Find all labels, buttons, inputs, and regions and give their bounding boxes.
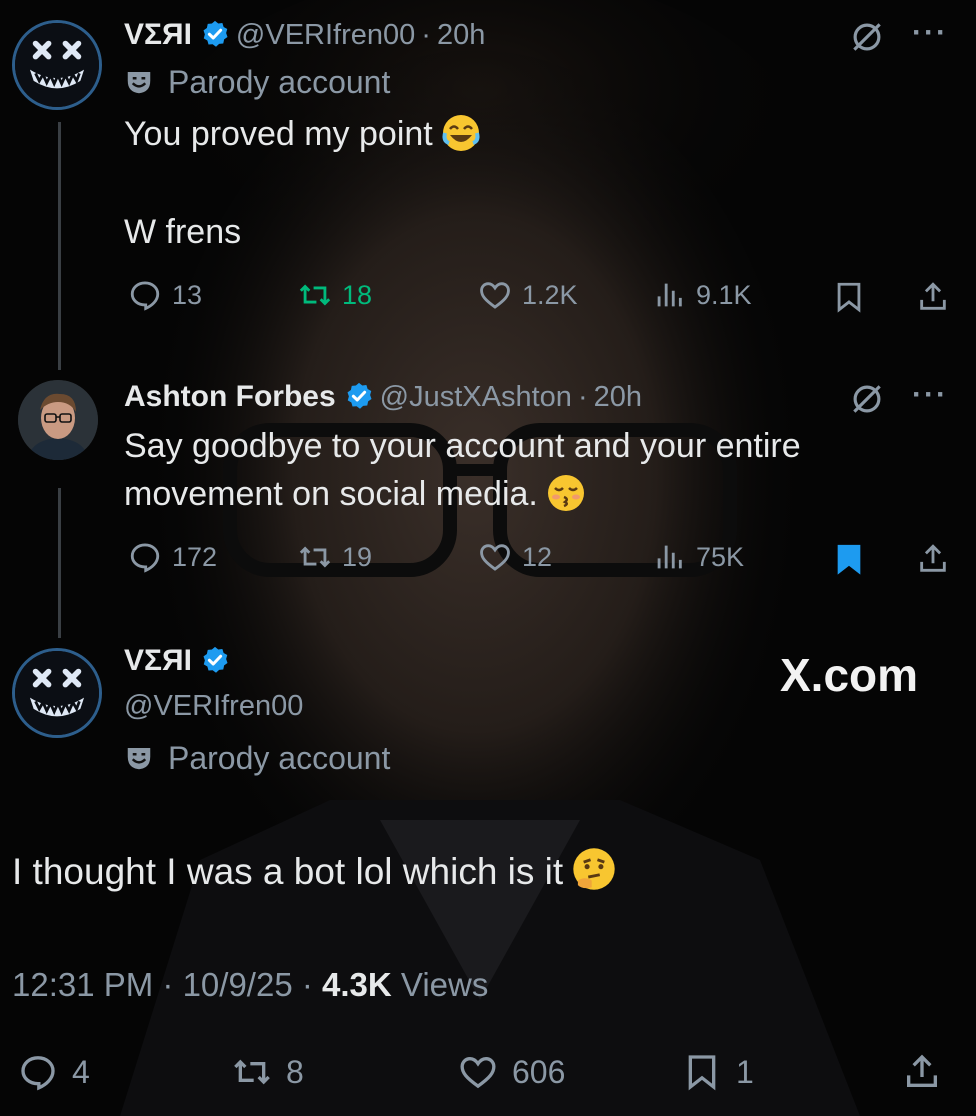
tweet-text: I thought I was a bot lol which is it (12, 846, 617, 896)
like-button[interactable]: 12 (478, 540, 552, 574)
bookmark-button[interactable]: 1 (682, 1052, 754, 1092)
views-icon (657, 545, 682, 569)
repost-button[interactable]: 18 (298, 278, 372, 312)
separator: · (577, 381, 588, 413)
handle[interactable]: @VERIfren00 (236, 19, 415, 51)
reply-button[interactable]: 13 (128, 278, 202, 312)
view-count: 4.3K (322, 966, 392, 1003)
verified-badge-icon (347, 382, 372, 409)
tweet-text: W frens (124, 213, 242, 251)
grok-icon[interactable] (848, 380, 886, 423)
tweet-header: VΣЯI (124, 644, 236, 678)
theater-mask-icon (127, 748, 151, 770)
views-button[interactable]: 75K (652, 540, 744, 574)
tweet-text: Say goodbye to your account and your ent… (124, 427, 801, 465)
display-name[interactable]: VΣЯI (124, 18, 192, 51)
verified-badge-icon (203, 646, 228, 673)
more-options-button[interactable]: ··· (912, 378, 948, 412)
avatar[interactable] (12, 648, 102, 738)
heart-icon (480, 282, 510, 309)
handle[interactable]: @VERIfren00 (124, 690, 303, 723)
tweet-header: VΣЯI @VERIfren00 · 20h (124, 18, 485, 52)
reply-button[interactable]: 4 (18, 1052, 90, 1092)
x-com-watermark: X.com (780, 649, 919, 701)
handle[interactable]: @JustXAshton (380, 381, 572, 413)
thread-line (58, 122, 61, 370)
share-icon (920, 544, 946, 572)
share-button[interactable] (902, 1052, 942, 1092)
like-button[interactable]: 606 (458, 1052, 565, 1092)
parody-label: Parody account (124, 64, 390, 101)
thinking-emoji-icon (573, 848, 615, 890)
repost-button[interactable]: 19 (298, 540, 372, 574)
grok-icon[interactable] (848, 18, 886, 61)
bookmark-button[interactable] (832, 542, 866, 576)
bookmark-icon (837, 282, 861, 313)
avatar[interactable] (18, 380, 98, 460)
share-button[interactable] (916, 542, 950, 576)
repost-icon (234, 1059, 270, 1085)
avatar[interactable] (12, 20, 102, 110)
reply-icon (130, 281, 160, 311)
display-name[interactable]: VΣЯI (124, 644, 192, 677)
separator: · (421, 19, 431, 51)
views-icon (657, 283, 682, 307)
kissing-emoji-icon (547, 475, 584, 511)
parody-label: Parody account (124, 740, 390, 777)
tweet-timestamp[interactable]: 12:31 PM · 10/9/25 · (12, 966, 322, 1003)
bookmark-icon (688, 1055, 716, 1091)
share-icon (907, 1054, 937, 1087)
reply-button[interactable]: 172 (128, 540, 217, 574)
timestamp[interactable]: 20h (594, 381, 642, 413)
display-name[interactable]: Ashton Forbes (124, 380, 336, 413)
bookmark-icon (837, 544, 861, 575)
repost-icon (299, 284, 331, 306)
timestamp[interactable]: 20h (437, 19, 485, 51)
share-button[interactable] (916, 280, 950, 314)
tweet-text: movement on social media. (124, 470, 586, 518)
verified-badge-icon (203, 20, 228, 47)
more-options-button[interactable]: ··· (912, 16, 948, 50)
tweet-metadata: 12:31 PM · 10/9/25 · 4.3K Views (12, 966, 489, 1003)
heart-icon (480, 544, 510, 571)
like-button[interactable]: 1.2K (478, 278, 578, 312)
share-icon (920, 282, 946, 310)
bookmark-button[interactable] (832, 280, 866, 314)
reply-icon (21, 1056, 55, 1091)
theater-mask-icon (127, 72, 151, 94)
reply-icon (130, 543, 160, 573)
repost-button[interactable]: 8 (232, 1052, 304, 1092)
thread-line (58, 488, 61, 638)
laughing-emoji-icon (442, 115, 480, 151)
heart-icon (460, 1056, 496, 1089)
repost-icon (299, 546, 331, 568)
tweet-header: Ashton Forbes @JustXAshton · 20h (124, 380, 642, 414)
tweet-text: You proved my point (124, 110, 481, 158)
views-button[interactable]: 9.1K (652, 278, 752, 312)
